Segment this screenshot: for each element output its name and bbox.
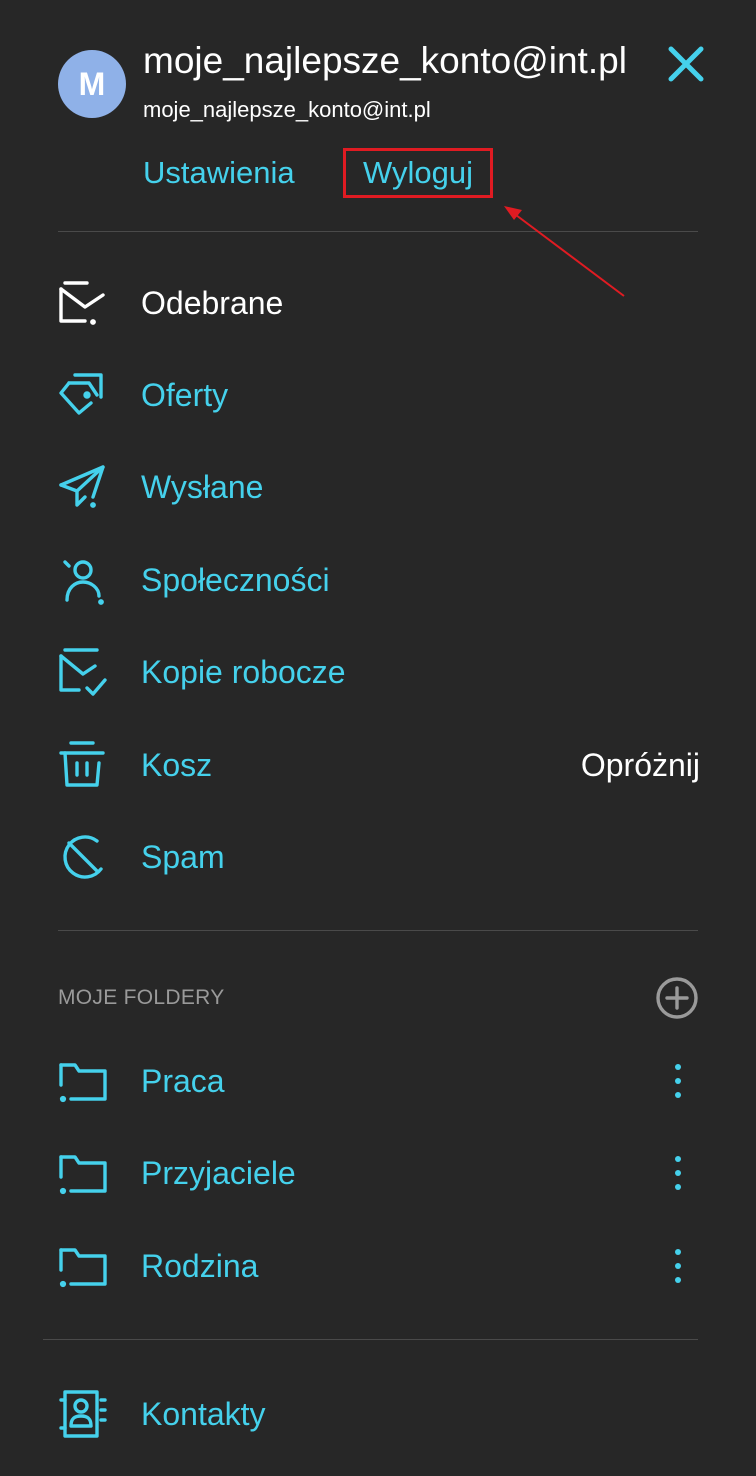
tag-icon bbox=[55, 367, 111, 423]
mailbox-label: Kopie robocze bbox=[141, 653, 346, 690]
trash-icon bbox=[55, 737, 111, 793]
folder-item-friends[interactable]: Przyjaciele bbox=[55, 1141, 700, 1205]
mailbox-label: Spam bbox=[141, 838, 225, 875]
mailbox-item-trash[interactable]: Kosz Opróżnij bbox=[55, 733, 700, 797]
divider bbox=[43, 1339, 698, 1340]
folder-label: Rodzina bbox=[141, 1247, 259, 1284]
avatar: M bbox=[58, 50, 126, 118]
contacts-label: Kontakty bbox=[141, 1395, 266, 1432]
mailbox-label: Społeczności bbox=[141, 561, 330, 598]
contacts-item[interactable]: Kontakty bbox=[55, 1382, 700, 1446]
divider bbox=[58, 231, 698, 232]
plus-circle-icon bbox=[656, 977, 698, 1019]
folder-label: Przyjaciele bbox=[141, 1154, 296, 1191]
more-vertical-icon bbox=[675, 1064, 681, 1098]
folder-icon bbox=[55, 1238, 111, 1294]
inbox-icon bbox=[55, 275, 111, 331]
account-name: moje_najlepsze_konto@int.pl bbox=[143, 40, 627, 81]
send-icon bbox=[55, 459, 111, 515]
mailbox-item-drafts[interactable]: Kopie robocze bbox=[55, 640, 700, 704]
empty-trash-button[interactable]: Opróżnij bbox=[581, 747, 700, 784]
mailbox-label: Kosz bbox=[141, 746, 213, 783]
mailbox-label: Oferty bbox=[141, 376, 229, 413]
close-icon bbox=[668, 46, 704, 82]
logout-link[interactable]: Wyloguj bbox=[343, 148, 493, 198]
more-vertical-icon bbox=[675, 1249, 681, 1283]
folder-icon bbox=[55, 1145, 111, 1201]
folder-menu-button[interactable] bbox=[656, 1244, 700, 1288]
drafts-icon bbox=[55, 644, 111, 700]
folder-item-work[interactable]: Praca bbox=[55, 1049, 700, 1113]
folder-item-family[interactable]: Rodzina bbox=[55, 1234, 700, 1298]
spam-icon bbox=[55, 829, 111, 885]
mailbox-item-inbox[interactable]: Odebrane bbox=[55, 271, 700, 335]
community-icon bbox=[55, 552, 111, 608]
mailbox-item-offers[interactable]: Oferty bbox=[55, 363, 700, 427]
folder-menu-button[interactable] bbox=[656, 1059, 700, 1103]
more-vertical-icon bbox=[675, 1156, 681, 1190]
settings-link[interactable]: Ustawienia bbox=[143, 155, 295, 191]
folder-label: Praca bbox=[141, 1062, 225, 1099]
add-folder-button[interactable] bbox=[654, 975, 700, 1021]
divider bbox=[58, 930, 698, 931]
mailbox-item-sent[interactable]: Wysłane bbox=[55, 455, 700, 519]
contacts-icon bbox=[55, 1386, 111, 1442]
mailbox-item-communities[interactable]: Społeczności bbox=[55, 548, 700, 612]
folder-menu-button[interactable] bbox=[656, 1151, 700, 1195]
mailbox-item-spam[interactable]: Spam bbox=[55, 825, 700, 889]
close-button[interactable] bbox=[664, 42, 708, 86]
folder-icon bbox=[55, 1053, 111, 1109]
mailbox-label: Odebrane bbox=[141, 284, 284, 321]
account-email: moje_najlepsze_konto@int.pl bbox=[143, 97, 431, 122]
folders-section-title: MOJE FOLDERY bbox=[58, 986, 225, 1009]
mailbox-label: Wysłane bbox=[141, 468, 264, 505]
